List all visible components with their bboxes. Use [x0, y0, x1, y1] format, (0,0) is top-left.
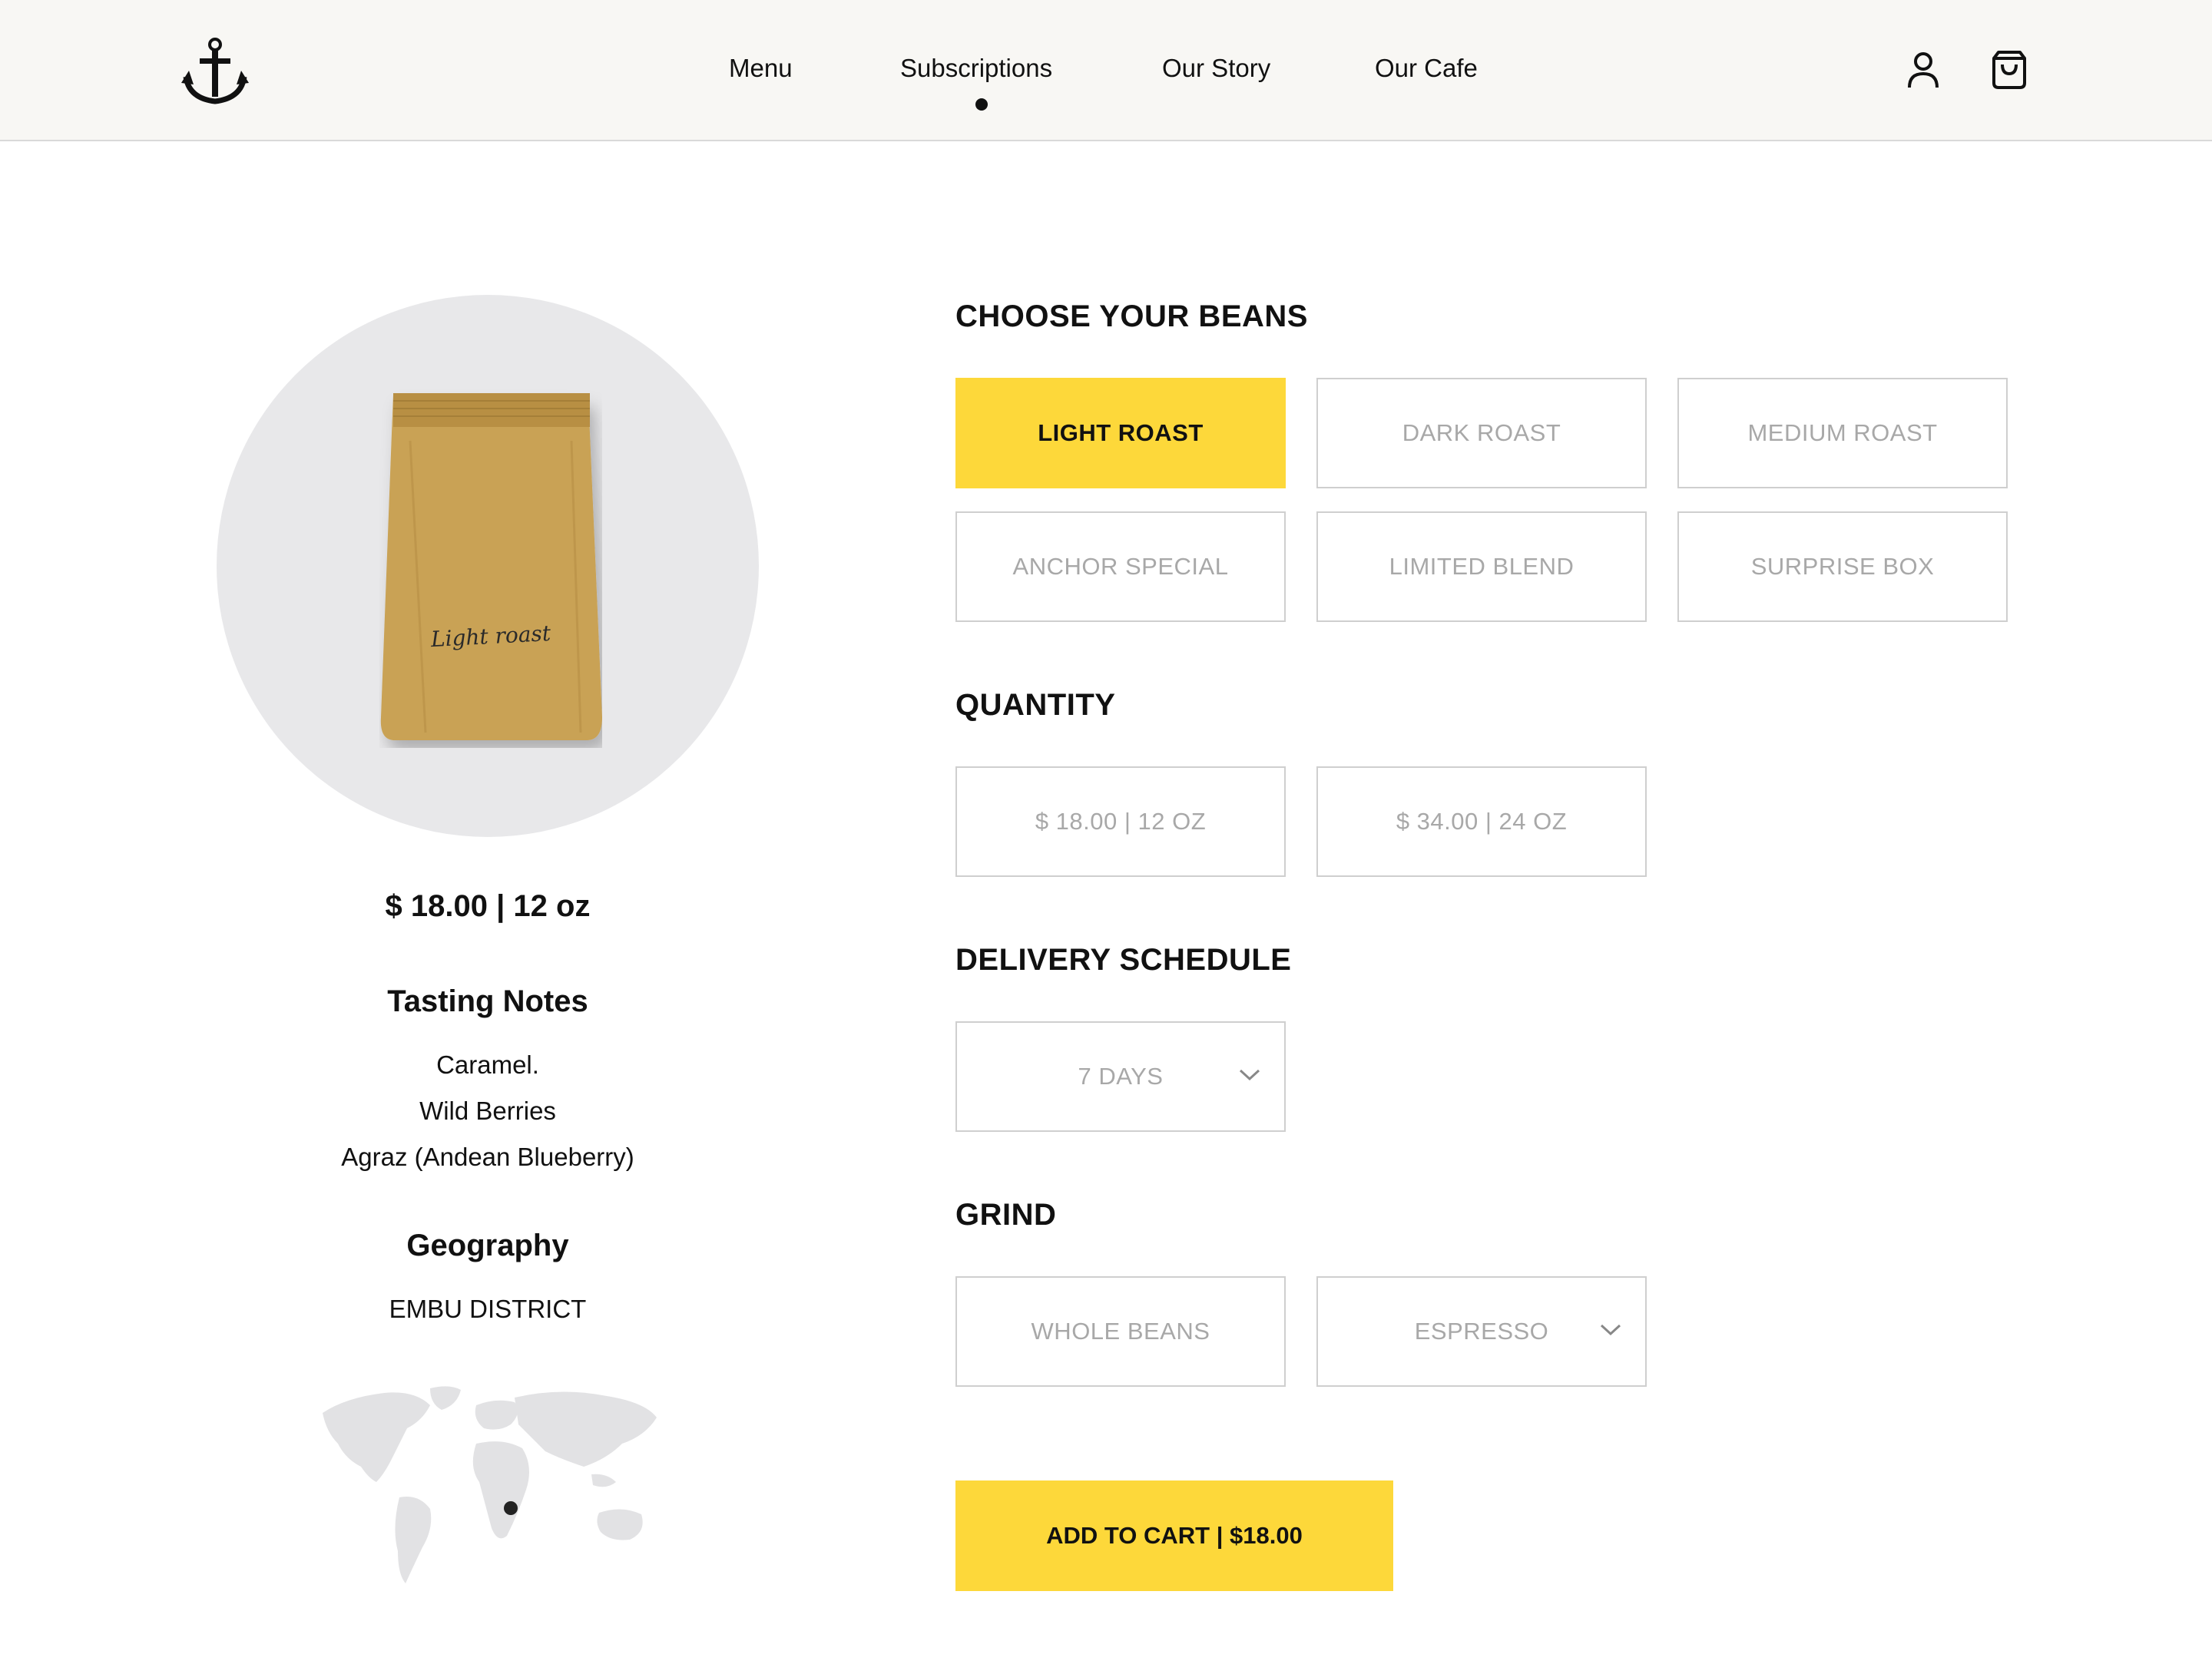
world-map: [323, 1386, 657, 1583]
tasting-notes-heading: Tasting Notes: [387, 984, 588, 1018]
geography-marker: [504, 1501, 518, 1515]
geography-value: EMBU DISTRICT: [389, 1295, 587, 1323]
quantity-title: QUANTITY: [955, 688, 1116, 722]
nav-subscriptions[interactable]: Subscriptions: [900, 54, 1052, 83]
user-icon[interactable]: [1903, 49, 1943, 91]
chevron-down-icon: [1239, 1069, 1260, 1081]
chevron-down-icon: [1600, 1324, 1621, 1336]
shopping-bag-icon[interactable]: [1989, 49, 2029, 91]
bean-option-limited-blend[interactable]: LIMITED BLEND: [1316, 511, 1647, 622]
nav-menu[interactable]: Menu: [729, 54, 793, 83]
site-header: Menu Subscriptions Our Story Our Cafe: [0, 0, 2212, 141]
bean-option-light-roast[interactable]: LIGHT ROAST: [955, 378, 1286, 488]
bean-option-dark-roast[interactable]: DARK ROAST: [1316, 378, 1647, 488]
product-price: $ 18.00 | 12 oz: [385, 889, 591, 923]
tasting-note: Wild Berries: [419, 1097, 556, 1125]
bean-option-anchor-special[interactable]: ANCHOR SPECIAL: [955, 511, 1286, 622]
delivery-schedule-value: 7 DAYS: [1078, 1063, 1164, 1090]
quantity-option-24oz[interactable]: $ 34.00 | 24 OZ: [1316, 766, 1647, 877]
grind-option-whole-beans[interactable]: WHOLE BEANS: [955, 1276, 1286, 1387]
beans-title: CHOOSE YOUR BEANS: [955, 299, 1308, 333]
grind-select[interactable]: ESPRESSO: [1316, 1276, 1647, 1387]
delivery-title: DELIVERY SCHEDULE: [955, 943, 1292, 977]
grind-title: GRIND: [955, 1198, 1057, 1232]
tasting-note: Agraz (Andean Blueberry): [341, 1143, 634, 1171]
bean-option-medium-roast[interactable]: MEDIUM ROAST: [1677, 378, 2008, 488]
product-image-circle: Light roast: [217, 295, 759, 837]
quantity-option-12oz[interactable]: $ 18.00 | 12 OZ: [955, 766, 1286, 877]
geography-heading: Geography: [406, 1229, 569, 1262]
tasting-note: Caramel.: [436, 1050, 539, 1079]
nav-our-story[interactable]: Our Story: [1162, 54, 1270, 83]
bean-option-surprise-box[interactable]: SURPRISE BOX: [1677, 511, 2008, 622]
active-nav-indicator: [975, 98, 988, 111]
nav-our-cafe[interactable]: Our Cafe: [1375, 54, 1478, 83]
add-to-cart-button[interactable]: ADD TO CART | $18.00: [955, 1480, 1393, 1591]
anchor-icon[interactable]: [181, 37, 249, 106]
delivery-schedule-select[interactable]: 7 DAYS: [955, 1021, 1286, 1132]
coffee-bag-image: [380, 393, 602, 740]
grind-select-value: ESPRESSO: [1414, 1318, 1549, 1345]
